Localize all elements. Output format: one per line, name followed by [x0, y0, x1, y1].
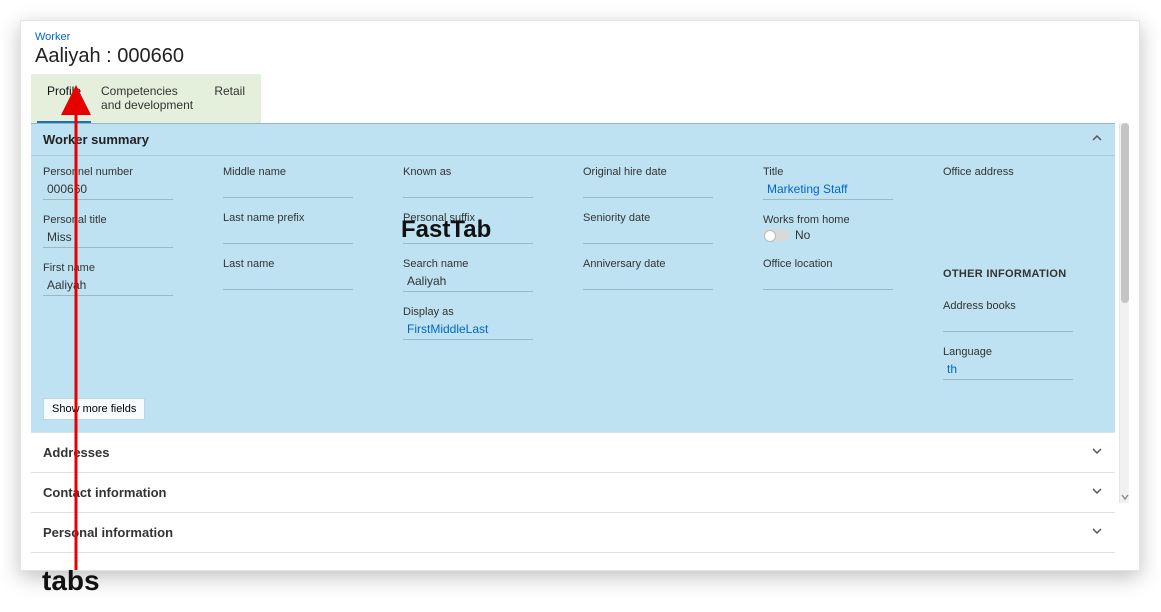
heading-other-information: OTHER INFORMATION [943, 268, 1103, 280]
fasttab-peek[interactable] [31, 552, 1115, 570]
annotation-fasttab-label: FastTab [401, 216, 491, 244]
label-search-name: Search name [403, 258, 563, 270]
label-title: Title [763, 166, 923, 178]
worker-form: Worker Aaliyah : 000660 Profile Competen… [20, 20, 1140, 571]
toggle-value: No [795, 228, 810, 242]
label-original-hire: Original hire date [583, 166, 743, 178]
input-middle-name[interactable] [223, 180, 353, 198]
input-first-name[interactable]: Aaliyah [43, 276, 173, 296]
field-middle-name: Middle name [223, 166, 383, 198]
field-personal-title: Personal title Miss [43, 214, 203, 248]
fasttab-title: Worker summary [43, 132, 149, 147]
show-more-fields-button[interactable]: Show more fields [43, 398, 145, 420]
input-title[interactable]: Marketing Staff [763, 180, 893, 200]
input-personnel-number[interactable]: 000660 [43, 180, 173, 200]
field-office-address: Office address [943, 166, 1103, 250]
label-known-as: Known as [403, 166, 563, 178]
tab-competencies[interactable]: Competencies and development [91, 74, 204, 123]
chevron-down-icon [1091, 525, 1103, 540]
annotation-tabs-label: tabs [42, 565, 100, 597]
breadcrumb[interactable]: Worker [21, 31, 1139, 43]
label-last-name-prefix: Last name prefix [223, 212, 383, 224]
label-last-name: Last name [223, 258, 383, 270]
fasttab-worker-summary: Worker summary Personnel number 000660 [31, 123, 1115, 432]
fasttab-contact-title: Contact information [43, 485, 167, 500]
tab-retail[interactable]: Retail [204, 74, 255, 123]
fasttab-contact-information[interactable]: Contact information [31, 472, 1115, 512]
field-address-books: Address books [943, 300, 1103, 332]
label-anniversary: Anniversary date [583, 258, 743, 270]
label-address-books: Address books [943, 300, 1103, 312]
field-known-as: Known as [403, 166, 563, 198]
label-office-address: Office address [943, 166, 1103, 178]
toggle-pill-icon [763, 229, 789, 241]
label-seniority: Seniority date [583, 212, 743, 224]
label-personnel-number: Personnel number [43, 166, 203, 178]
chevron-down-icon [1091, 485, 1103, 500]
label-middle-name: Middle name [223, 166, 383, 178]
field-language: Language th [943, 346, 1103, 380]
field-original-hire: Original hire date [583, 166, 743, 198]
label-display-as: Display as [403, 306, 563, 318]
label-office-location: Office location [763, 258, 923, 270]
field-search-name: Search name Aaliyah [403, 258, 563, 292]
input-last-name-prefix[interactable] [223, 226, 353, 244]
field-anniversary: Anniversary date [583, 258, 743, 290]
fasttab-personal-title: Personal information [43, 525, 173, 540]
input-known-as[interactable] [403, 180, 533, 198]
input-seniority[interactable] [583, 226, 713, 244]
toggle-works-from-home[interactable]: No [763, 228, 810, 242]
field-display-as: Display as FirstMiddleLast [403, 306, 563, 340]
field-first-name: First name Aaliyah [43, 262, 203, 296]
input-office-location[interactable] [763, 272, 893, 290]
input-display-as[interactable]: FirstMiddleLast [403, 320, 533, 340]
field-personnel-number: Personnel number 000660 [43, 166, 203, 200]
tabstrip: Profile Competencies and development Ret… [31, 74, 261, 123]
tab-profile[interactable]: Profile [37, 74, 91, 123]
input-search-name[interactable]: Aaliyah [403, 272, 533, 292]
label-personal-title: Personal title [43, 214, 203, 226]
chevron-down-icon [1091, 445, 1103, 460]
field-last-name-prefix: Last name prefix [223, 212, 383, 244]
input-language[interactable]: th [943, 360, 1073, 380]
page-title: Aaliyah : 000660 [21, 43, 1139, 74]
field-works-from-home: Works from home No [763, 214, 923, 244]
field-title: Title Marketing Staff [763, 166, 923, 200]
input-last-name[interactable] [223, 272, 353, 290]
input-personal-title[interactable]: Miss [43, 228, 173, 248]
label-language: Language [943, 346, 1103, 358]
fasttab-header-worker-summary[interactable]: Worker summary [31, 124, 1115, 156]
label-first-name: First name [43, 262, 203, 274]
scrollbar-down-icon[interactable] [1120, 491, 1130, 503]
field-seniority: Seniority date [583, 212, 743, 244]
field-last-name: Last name [223, 258, 383, 290]
input-anniversary[interactable] [583, 272, 713, 290]
fasttab-addresses[interactable]: Addresses [31, 432, 1115, 472]
fasttab-addresses-title: Addresses [43, 445, 109, 460]
fasttab-personal-information[interactable]: Personal information [31, 512, 1115, 552]
field-office-location: Office location [763, 258, 923, 290]
label-works-from-home: Works from home [763, 214, 923, 226]
scrollbar-thumb[interactable] [1121, 123, 1129, 303]
input-original-hire[interactable] [583, 180, 713, 198]
input-address-books[interactable] [943, 314, 1073, 332]
scrollbar-vertical[interactable] [1119, 123, 1129, 503]
chevron-up-icon [1091, 132, 1103, 147]
